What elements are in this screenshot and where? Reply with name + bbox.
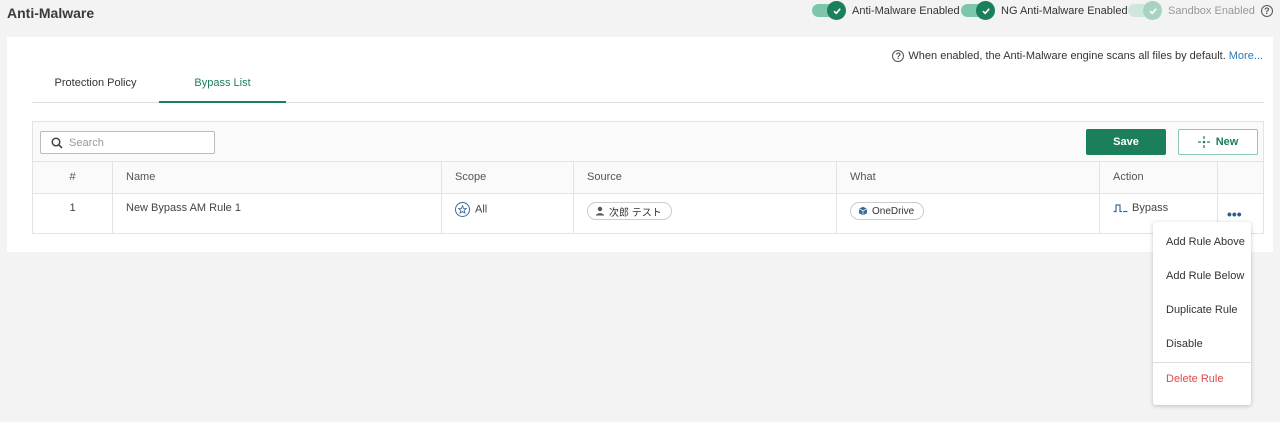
add-icon bbox=[1197, 136, 1210, 148]
table-row[interactable]: 1 New Bypass AM Rule 1 All 次郎 テスト OneDri… bbox=[33, 193, 1263, 233]
search-box[interactable] bbox=[40, 131, 215, 154]
column-header-number: # bbox=[69, 171, 76, 183]
ng-anti-malware-toggle-group[interactable]: NG Anti-Malware Enabled bbox=[961, 1, 1128, 20]
row-scope: All bbox=[441, 194, 573, 233]
sandbox-toggle bbox=[1128, 1, 1162, 20]
info-line: ? When enabled, the Anti-Malware engine … bbox=[892, 50, 1263, 62]
search-input[interactable] bbox=[69, 136, 209, 149]
row-context-menu: Add Rule Above Add Rule Below Duplicate … bbox=[1153, 222, 1251, 405]
row-name: New Bypass AM Rule 1 bbox=[112, 194, 441, 233]
anti-malware-toggle[interactable] bbox=[812, 1, 846, 20]
info-text: When enabled, the Anti-Malware engine sc… bbox=[908, 50, 1226, 62]
tab-bar: Protection Policy Bypass List bbox=[32, 77, 1264, 103]
help-icon[interactable]: ? bbox=[1260, 4, 1273, 17]
what-pill: OneDrive bbox=[850, 202, 925, 220]
source-label: 次郎 テスト bbox=[609, 207, 662, 219]
column-header-name[interactable]: Name bbox=[112, 162, 441, 193]
cube-icon bbox=[858, 206, 868, 216]
more-options-icon[interactable]: ••• bbox=[1227, 206, 1242, 222]
bypass-icon bbox=[1113, 204, 1128, 213]
menu-item-add-rule-above[interactable]: Add Rule Above bbox=[1153, 227, 1251, 257]
row-action-label: Bypass bbox=[1132, 202, 1169, 214]
menu-item-duplicate-rule[interactable]: Duplicate Rule bbox=[1153, 295, 1251, 325]
column-header-action[interactable]: Action bbox=[1099, 162, 1217, 193]
row-number: 1 bbox=[69, 202, 76, 214]
new-button-label: New bbox=[1215, 136, 1239, 148]
menu-item-delete-rule[interactable]: Delete Rule bbox=[1153, 364, 1251, 394]
ng-anti-malware-toggle-label: NG Anti-Malware Enabled bbox=[1001, 4, 1128, 17]
check-icon bbox=[827, 1, 846, 20]
row-what: OneDrive bbox=[836, 194, 1099, 233]
column-header-what[interactable]: What bbox=[836, 162, 1099, 193]
top-bar: Anti-Malware Anti-Malware Enabled NG Ant… bbox=[0, 0, 1280, 28]
anti-malware-toggle-group[interactable]: Anti-Malware Enabled bbox=[812, 1, 960, 20]
check-icon bbox=[1143, 1, 1162, 20]
column-header-menu bbox=[1217, 162, 1263, 193]
bypass-table-panel: Save New # Name Scope Source What Action… bbox=[32, 121, 1264, 234]
sandbox-toggle-label: Sandbox Enabled bbox=[1168, 4, 1255, 17]
main-card: ? When enabled, the Anti-Malware engine … bbox=[7, 37, 1273, 252]
menu-item-disable[interactable]: Disable bbox=[1153, 329, 1251, 359]
user-icon bbox=[596, 206, 604, 216]
menu-item-add-rule-below[interactable]: Add Rule Below bbox=[1153, 261, 1251, 291]
star-icon bbox=[455, 202, 470, 217]
tab-protection-policy[interactable]: Protection Policy bbox=[32, 77, 159, 103]
column-header-scope[interactable]: Scope bbox=[441, 162, 573, 193]
page-title: Anti-Malware bbox=[7, 5, 95, 21]
row-scope-label: All bbox=[475, 203, 488, 216]
search-icon bbox=[51, 136, 63, 149]
menu-divider bbox=[1153, 362, 1251, 363]
sandbox-toggle-group: Sandbox Enabled ? bbox=[1128, 1, 1273, 20]
check-icon bbox=[976, 1, 995, 20]
help-icon: ? bbox=[892, 50, 905, 62]
ng-anti-malware-toggle[interactable] bbox=[961, 1, 995, 20]
source-pill: 次郎 テスト bbox=[587, 202, 672, 220]
save-button[interactable]: Save bbox=[1086, 129, 1166, 155]
more-link[interactable]: More... bbox=[1229, 50, 1263, 62]
row-source: 次郎 テスト bbox=[573, 194, 836, 233]
anti-malware-toggle-label: Anti-Malware Enabled bbox=[852, 4, 960, 17]
tab-bypass-list[interactable]: Bypass List bbox=[159, 77, 286, 103]
what-label: OneDrive bbox=[872, 205, 915, 217]
column-header-source[interactable]: Source bbox=[573, 162, 836, 193]
new-button[interactable]: New bbox=[1178, 129, 1258, 155]
table-header: # Name Scope Source What Action bbox=[33, 161, 1263, 193]
